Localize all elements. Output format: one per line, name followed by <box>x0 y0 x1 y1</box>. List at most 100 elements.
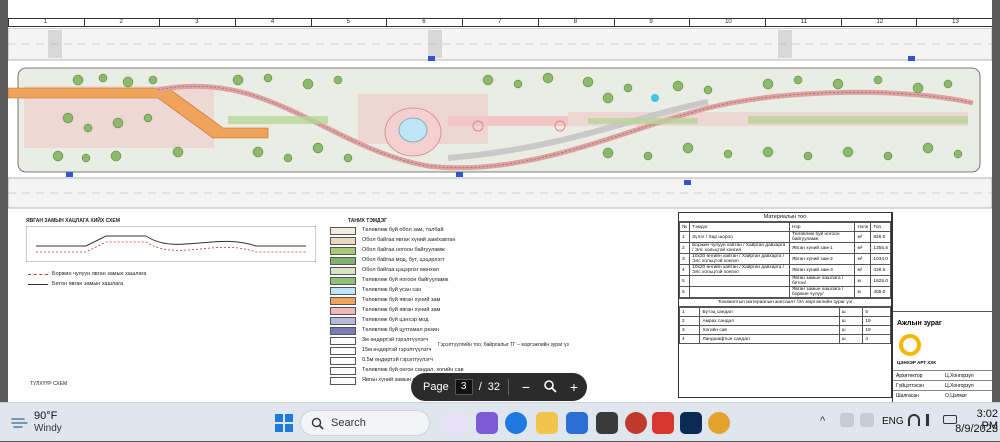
page-separator: / <box>478 381 482 393</box>
language-indicator[interactable]: ENG <box>882 416 904 427</box>
role-name: Ц.Хонгорзул <box>945 373 974 379</box>
legend-swatch <box>330 367 356 375</box>
table-cell: Явган хүний зам-3 <box>788 264 856 276</box>
table-cell: м² <box>854 242 872 254</box>
scheme-legend-item: Бетон явган замын хашлага <box>26 280 226 290</box>
legend-label: Обол байгаа цэцэрлэг мөнхөл <box>362 267 440 273</box>
table-row: 2 Боржин чулуун хавтан / Хайрган давхарга… <box>678 242 891 254</box>
pedestrian-fence-scheme: ЯВГАН ЗАМЫН ХАЦЛАГА ХИЙХ СХЕМ Боржин чул… <box>26 218 326 388</box>
taskbar: 90°F Windy Search ^ ENG 3:02 PM 8/9/2023 <box>0 402 1000 441</box>
legend-swatch <box>330 267 356 275</box>
legend-swatch <box>330 307 356 315</box>
page-number-input[interactable]: 3 <box>454 379 473 395</box>
ruler-tick <box>310 19 312 27</box>
table-cell: 826.0 <box>870 231 891 243</box>
zoom-out-button[interactable]: − <box>517 379 535 395</box>
legend-swatch <box>330 257 356 265</box>
legend-label: Төлөвлөж буй явган хүний зам <box>362 297 441 303</box>
table-row: 3 10х20 өнгийн хавтан / Хайрган давхарга … <box>678 253 891 265</box>
ruler-tick <box>8 19 9 27</box>
taskbar-search[interactable]: Search <box>300 410 430 436</box>
table-cell: 405.0 <box>870 286 891 298</box>
legend-label: Төлөвлөж буй ногоон байгууламж <box>362 277 449 283</box>
role-name: О.Цэлмэг <box>945 393 968 399</box>
search-icon <box>311 417 324 430</box>
weather-widget[interactable]: 90°F Windy <box>10 408 100 438</box>
table-row: 5 Явган замын хашлага /бетон/м 1625.0 <box>678 275 891 287</box>
zoom-in-button[interactable]: + <box>565 379 583 395</box>
table-header: Тоо <box>870 222 891 232</box>
role-label: Гүйцэтгэсэн <box>896 383 924 389</box>
title-block-row: Гүйцэтгэсэн Ц.Хонгорзул <box>893 380 992 390</box>
table-cell: 10х20 өнгийн хавтан / Хайрган давхарга /… <box>689 264 790 276</box>
table-cell: Хогийн сав <box>699 325 840 335</box>
legend-swatch <box>330 237 356 245</box>
table-cell: 5 <box>678 275 691 287</box>
legend: ТАНИХ ТЭМДЭГ Төлөвлөж буй обол зам, талб… <box>326 218 606 393</box>
edge-icon[interactable] <box>505 412 527 434</box>
table-cell: 1 <box>678 307 701 317</box>
ruler-tick <box>613 19 615 27</box>
ruler-number: 13 <box>952 19 959 25</box>
app-tray-icon[interactable] <box>860 413 874 427</box>
photoshop-icon[interactable] <box>680 412 702 434</box>
ruler-number: 5 <box>346 19 350 25</box>
acrobat-icon[interactable] <box>652 412 674 434</box>
clock-date[interactable]: 8/9/2023 <box>950 423 998 435</box>
legend-label: Төлөвлөж буй усан сан <box>362 287 422 293</box>
cloud-icon[interactable] <box>840 413 854 427</box>
legend-swatch <box>330 287 356 295</box>
store-icon[interactable] <box>566 412 588 434</box>
ruler-number: 6 <box>422 19 426 25</box>
table-cell: 1625.0 <box>870 275 891 287</box>
legend-label: Төлөвлөж буй обол зам, талбай <box>362 227 444 233</box>
file-explorer-icon[interactable] <box>536 412 558 434</box>
table-cell: Ландшафтын сандал <box>699 334 840 344</box>
ruler-number: 10 <box>725 19 732 25</box>
table-cell: ш <box>838 334 864 344</box>
wifi-icon[interactable] <box>908 414 920 426</box>
role-label: Шалгасан <box>896 393 919 399</box>
zoom-icon[interactable] <box>541 379 559 396</box>
chrome-icon[interactable] <box>625 412 647 434</box>
ruler-tick <box>689 19 691 27</box>
table-cell: 6 <box>678 286 691 298</box>
table-cell: 3 <box>678 325 701 335</box>
table-header: Нэр <box>788 222 856 232</box>
page-label: Page <box>423 381 449 393</box>
table-cell: Амрах сандал <box>699 316 840 326</box>
table-cell: 1355.6 <box>870 242 891 254</box>
app-icon[interactable] <box>596 412 618 434</box>
ruler-tick <box>764 19 766 27</box>
chrome-alt-icon[interactable] <box>708 412 730 434</box>
title-block-row: Архитектор Ц.Хонгорзул <box>893 370 992 380</box>
role-name: Ц.Хонгорзул <box>945 383 974 389</box>
materials-grid: № Тэмдэг Нэр Нэгж Тоо 1 Зүлэг / Хар шороо Төлө… <box>678 222 891 298</box>
table-cell: м <box>854 275 872 287</box>
ruler-tick <box>916 19 918 27</box>
table-cell: Төлөвлөж буй ногоон байгууламж <box>788 231 856 243</box>
ruler-tick <box>537 19 539 27</box>
table-cell <box>689 275 790 287</box>
table-cell: Зүлэг / Хар шороо <box>689 231 790 243</box>
weather-desc: Windy <box>34 423 62 434</box>
table-row: 3 Хогийн сав ш 19 <box>678 325 891 335</box>
widgets-icon[interactable] <box>445 412 467 434</box>
title-block: Ажлын зураг ЦЭНХЭР АРТ ХХК Архитектор Ц.Х… <box>892 212 992 402</box>
volume-icon[interactable] <box>926 414 938 426</box>
ruler-number: 3 <box>195 19 199 25</box>
table-cell: Боржин чулуун хавтан / Хайрган давхарга … <box>689 242 790 254</box>
legend-swatch <box>330 327 356 335</box>
teams-icon[interactable] <box>476 412 498 434</box>
table-cell: 4 <box>678 264 691 276</box>
sheet-name: Ажлын зураг <box>897 320 942 327</box>
legend-swatch <box>330 297 356 305</box>
start-button[interactable] <box>273 412 295 434</box>
table-cell: 5 <box>862 307 891 317</box>
table-cell: ш <box>838 307 864 317</box>
ruler-tick <box>159 19 161 27</box>
table-row: 4 Ландшафтын сандал ш 4 <box>678 334 891 344</box>
ruler-number: 2 <box>119 19 123 25</box>
table-cell: Явган замын хашлага /боржин чулуу/ <box>788 286 856 298</box>
chevron-up-icon[interactable]: ^ <box>820 415 825 427</box>
